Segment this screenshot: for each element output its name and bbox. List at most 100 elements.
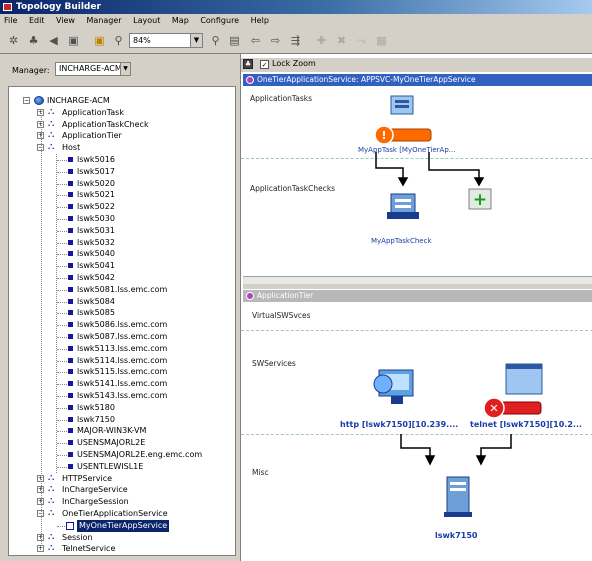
- grid-icon[interactable]: ▦: [374, 33, 389, 48]
- tree-host-item[interactable]: lswk5114.lss.emc.com: [9, 355, 235, 367]
- tree-item-label: TelnetService: [62, 544, 116, 554]
- menu-map[interactable]: Map: [172, 16, 189, 25]
- class-icon: ⛬: [48, 543, 55, 554]
- collapse-icon[interactable]: −: [23, 97, 30, 104]
- tree-item-myonetierappservice[interactable]: MyOneTierAppService: [9, 519, 235, 532]
- tree-connector: [57, 348, 67, 350]
- topology-icon[interactable]: ♣: [26, 33, 41, 48]
- tree-host-item[interactable]: lswk5180: [9, 402, 235, 414]
- back-icon[interactable]: ◀: [46, 33, 61, 48]
- tree-host-item[interactable]: lswk5032: [9, 237, 235, 249]
- search-icon[interactable]: ⚲: [208, 33, 223, 48]
- menu-layout[interactable]: Layout: [133, 16, 160, 25]
- instance-icon: [68, 381, 73, 387]
- menu-edit[interactable]: Edit: [29, 16, 45, 25]
- menu-file[interactable]: File: [4, 16, 17, 25]
- tree-host-item[interactable]: lswk5084: [9, 296, 235, 308]
- add-node-icon[interactable]: ✚: [314, 33, 329, 48]
- tree-host-item[interactable]: lswk7150: [9, 414, 235, 426]
- tree-item-label: lswk5032: [77, 237, 115, 247]
- tree-host-item[interactable]: lswk5081.lss.emc.com: [9, 284, 235, 296]
- chevron-down-icon[interactable]: ▼: [120, 63, 130, 75]
- tree-host-item[interactable]: lswk5021: [9, 189, 235, 201]
- tree-host-item[interactable]: USENSMAJORL2E.eng.emc.com: [9, 449, 235, 461]
- settings-icon[interactable]: ✲: [6, 33, 21, 48]
- print-icon[interactable]: ▤: [227, 33, 242, 48]
- tree-class-onetier[interactable]: − ⛬ OneTierApplicationService: [9, 508, 235, 520]
- telnet-service-label[interactable]: telnet [lswk7150][10.2...: [470, 420, 582, 429]
- instance-icon: [68, 452, 73, 457]
- nav-forward-icon[interactable]: ⇨: [268, 33, 283, 48]
- chevron-down-icon[interactable]: ▼: [190, 34, 202, 47]
- tree-class-item[interactable]: + ⛬ InChargeSession: [9, 496, 235, 508]
- nav-back-icon[interactable]: ⇦: [248, 33, 263, 48]
- instance-icon: [68, 322, 73, 328]
- tree-connector: [57, 207, 67, 209]
- tree-host-item[interactable]: lswk5141.lss.emc.com: [9, 378, 235, 390]
- tree-connector: [57, 407, 67, 409]
- tree-host-item[interactable]: lswk5042: [9, 272, 235, 284]
- menu-configure[interactable]: Configure: [200, 16, 239, 25]
- tree-host-item[interactable]: lswk5041: [9, 260, 235, 272]
- host-node-label[interactable]: lswk7150: [435, 531, 477, 540]
- tree-connector: [57, 455, 67, 456]
- layout-icon[interactable]: ⇶: [288, 33, 303, 48]
- tree-host-item[interactable]: lswk5022: [9, 201, 235, 213]
- tree-class-item[interactable]: + ⛬ InChargeService: [9, 484, 235, 496]
- tree-connector: [57, 384, 67, 386]
- tree-item-label: lswk5114.lss.emc.com: [77, 355, 168, 365]
- tree-host-item[interactable]: lswk5115.lss.emc.com: [9, 366, 235, 378]
- expand-icon[interactable]: +: [37, 545, 44, 553]
- instance-icon: [68, 393, 73, 398]
- map-icon[interactable]: ▣: [66, 33, 81, 48]
- tree-connector: [57, 337, 67, 338]
- telnet-service-icon[interactable]: ✕: [483, 363, 543, 419]
- class-icon: ⛬: [48, 106, 55, 117]
- instance-icon: [68, 404, 73, 410]
- tree-host-item[interactable]: lswk5087.lss.emc.com: [9, 331, 235, 343]
- instance-icon: [68, 334, 73, 339]
- tree-host-item[interactable]: MAJOR-WIN3K-VM: [9, 425, 235, 437]
- zoom-select[interactable]: 84% ▼: [129, 33, 203, 48]
- tree-class-item[interactable]: + ⛬ HTTPService: [9, 473, 235, 485]
- tree-connector: [57, 396, 67, 397]
- tree-class-item[interactable]: + ⛬ TelnetService: [9, 543, 235, 555]
- tree-class-item[interactable]: + ⛬ ApplicationTaskCheck: [9, 119, 235, 131]
- tree-root[interactable]: − INCHARGE-ACM: [9, 95, 235, 107]
- remove-node-icon[interactable]: ✖: [334, 33, 349, 48]
- zoom-tool-icon[interactable]: ⚲: [111, 33, 126, 48]
- tree-connector: [57, 525, 65, 527]
- tree-host-item[interactable]: lswk5085: [9, 307, 235, 319]
- tree-host-item[interactable]: lswk5020: [9, 178, 235, 190]
- tree-host-item[interactable]: lswk5030: [9, 213, 235, 225]
- fit-icon[interactable]: ▣: [92, 33, 107, 48]
- manager-select[interactable]: INCHARGE-ACM ▼: [55, 62, 131, 76]
- menu-view[interactable]: View: [56, 16, 75, 25]
- tree-host-item[interactable]: lswk5016: [9, 154, 235, 166]
- tree-host-item[interactable]: lswk5086.lss.emc.com: [9, 319, 235, 331]
- tree-connector: [56, 154, 57, 473]
- tree-host-item[interactable]: lswk5031: [9, 225, 235, 237]
- connect-icon[interactable]: ⤳: [354, 33, 369, 48]
- tree-class-item[interactable]: + ⛬ ApplicationTask: [9, 107, 235, 119]
- tree-item-label: lswk5143.lss.emc.com: [77, 391, 168, 400]
- tree-host-item[interactable]: USENSMAJORL2E: [9, 437, 235, 449]
- tree-host-item[interactable]: lswk5017: [9, 166, 235, 178]
- tree-item-label: lswk5081.lss.emc.com: [77, 284, 168, 294]
- tree-item-label: OneTierApplicationService: [62, 509, 168, 518]
- menu-manager[interactable]: Manager: [87, 16, 122, 25]
- tree-class-item[interactable]: + ⛬ Session: [9, 532, 235, 544]
- tree-host-item[interactable]: lswk5040: [9, 248, 235, 260]
- tree-host-item[interactable]: USENTLEWISL1E: [9, 461, 235, 473]
- tree-host-item[interactable]: lswk5113.lss.emc.com: [9, 343, 235, 355]
- tree-connector: [41, 109, 42, 546]
- tree-class-item[interactable]: + ⛬ ApplicationTier: [9, 130, 235, 142]
- tree-item-label: lswk7150: [77, 414, 115, 424]
- tree-class-host[interactable]: − ⛬ Host: [9, 142, 235, 154]
- http-service-icon[interactable]: [373, 369, 414, 404]
- tree-item-label: USENSMAJORL2E.eng.emc.com: [77, 450, 203, 459]
- tree-host-item[interactable]: lswk5143.lss.emc.com: [9, 390, 235, 402]
- http-service-label[interactable]: http [lswk7150][10.239....: [340, 420, 458, 429]
- menu-help[interactable]: Help: [251, 16, 269, 25]
- server-icon[interactable]: [444, 476, 472, 517]
